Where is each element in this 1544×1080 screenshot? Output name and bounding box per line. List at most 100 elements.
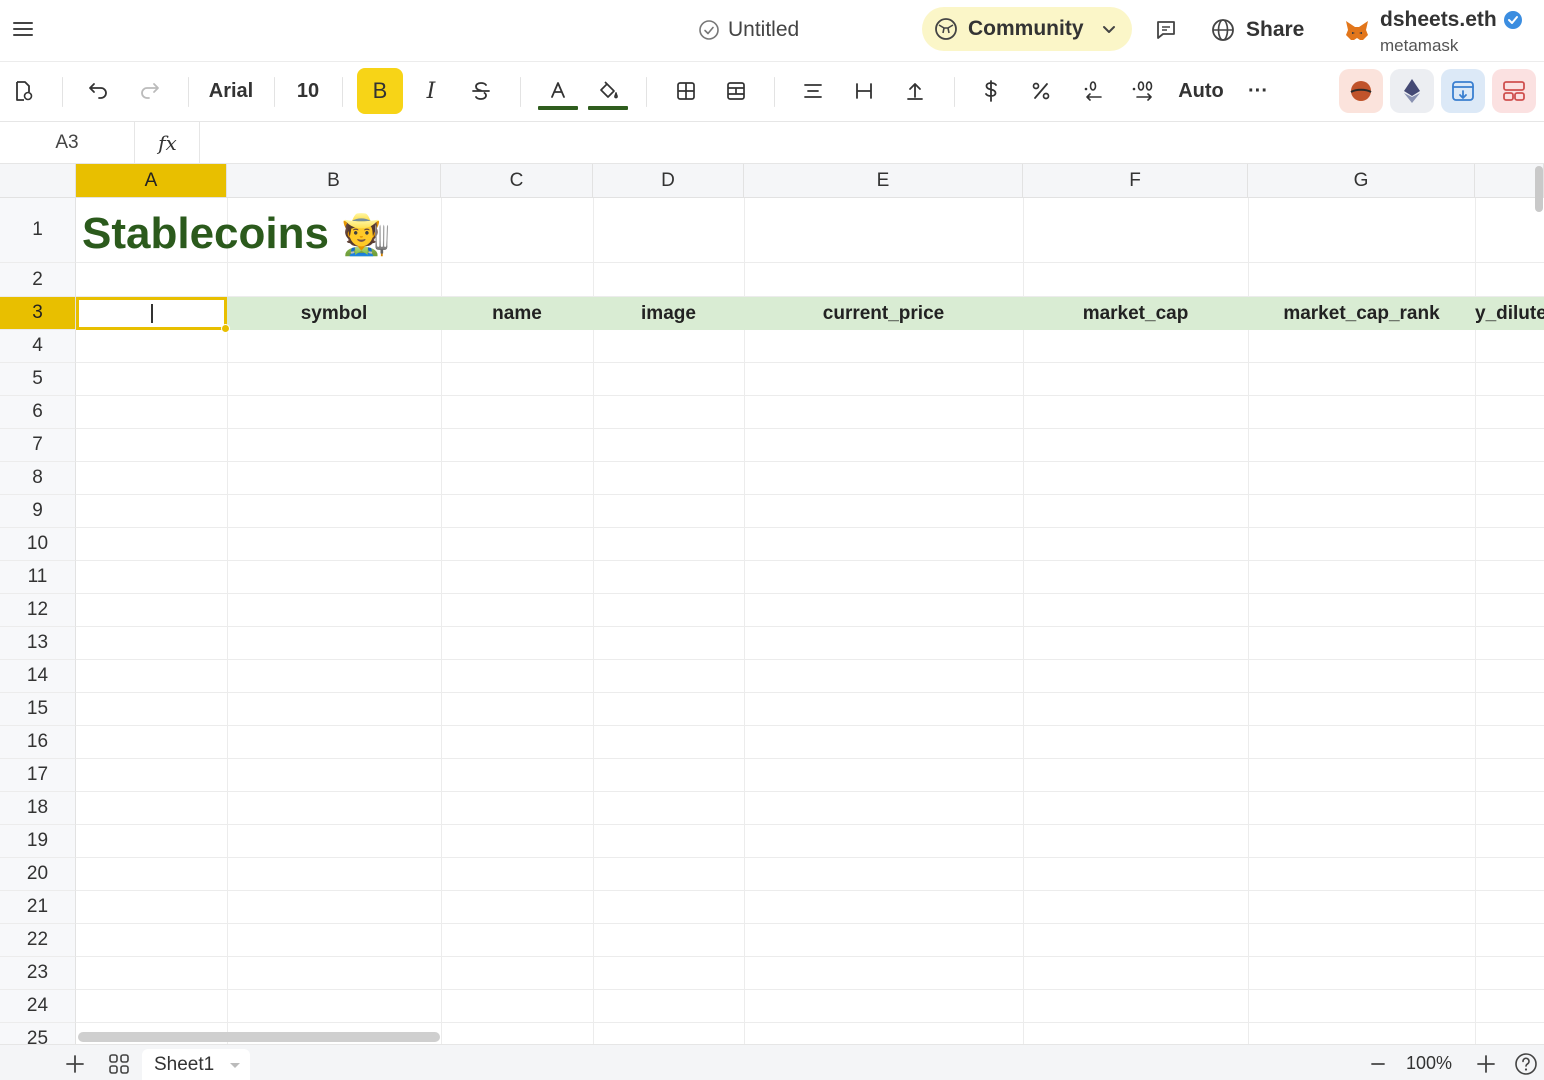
- cell-reference-box[interactable]: A3: [0, 122, 135, 164]
- text-color-swatch: [538, 106, 578, 110]
- header-cell-name[interactable]: name: [441, 297, 593, 330]
- horizontal-align-icon[interactable]: [794, 68, 832, 114]
- row-header-14[interactable]: 14: [0, 660, 76, 693]
- header-cell-image[interactable]: image: [593, 297, 744, 330]
- document-settings-icon[interactable]: [6, 68, 40, 114]
- row-header-4[interactable]: 4: [0, 330, 76, 363]
- bold-button[interactable]: B: [357, 68, 403, 114]
- hamburger-menu-icon[interactable]: [8, 14, 38, 44]
- vertical-scrollbar[interactable]: [1535, 166, 1543, 212]
- row-header-21[interactable]: 21: [0, 891, 76, 924]
- header-cell-current-price[interactable]: current_price: [744, 297, 1023, 330]
- header-cell-symbol[interactable]: symbol: [227, 297, 441, 330]
- row-header-3[interactable]: 3: [0, 297, 76, 330]
- zoom-in-icon[interactable]: [1471, 1049, 1501, 1079]
- all-sheets-icon[interactable]: [104, 1049, 134, 1079]
- borders-icon[interactable]: [666, 68, 706, 114]
- row-header-15[interactable]: 15: [0, 693, 76, 726]
- row-header-23[interactable]: 23: [0, 957, 76, 990]
- number-format-select[interactable]: Auto: [1172, 68, 1230, 114]
- row-header-10[interactable]: 10: [0, 528, 76, 561]
- active-cell-editor[interactable]: [76, 297, 230, 333]
- spreadsheet-grid[interactable]: A B C D E F G 1 2 3 4 5 6 7 8 9 10 11 12 13 14 15 16 17 18 19 20 21…: [0, 164, 1544, 1044]
- font-family-select[interactable]: Arial: [202, 68, 260, 114]
- extension-sphere-icon[interactable]: [1339, 69, 1383, 113]
- italic-button[interactable]: I: [412, 68, 450, 114]
- share-label: Share: [1246, 18, 1305, 41]
- fill-handle[interactable]: [221, 324, 230, 333]
- select-all-corner[interactable]: [0, 164, 76, 198]
- column-header-c[interactable]: C: [441, 164, 593, 198]
- row-header-19[interactable]: 19: [0, 825, 76, 858]
- header-cell-market-cap-rank[interactable]: market_cap_rank: [1248, 297, 1475, 330]
- percent-format-icon[interactable]: [1022, 68, 1060, 114]
- header-cell-diluted[interactable]: y_dilute: [1475, 297, 1544, 330]
- row-header-24[interactable]: 24: [0, 990, 76, 1023]
- help-icon[interactable]: [1511, 1049, 1541, 1079]
- row-header-18[interactable]: 18: [0, 792, 76, 825]
- paint-bucket-icon: [600, 81, 618, 99]
- decrease-decimal-icon[interactable]: [1074, 68, 1112, 114]
- column-header-b[interactable]: B: [227, 164, 441, 198]
- row-header-16[interactable]: 16: [0, 726, 76, 759]
- document-title[interactable]: Untitled: [698, 14, 799, 46]
- fill-color-button[interactable]: [588, 68, 628, 114]
- column-header-a[interactable]: A: [76, 164, 227, 198]
- function-icon[interactable]: fx: [136, 122, 200, 164]
- toolbar-divider: [520, 77, 521, 107]
- currency-format-icon[interactable]: [972, 68, 1010, 114]
- increase-decimal-icon[interactable]: [1124, 68, 1164, 114]
- share-button[interactable]: Share: [1210, 12, 1304, 48]
- grid-row-line: [76, 560, 1544, 561]
- header-cell-market-cap[interactable]: market_cap: [1023, 297, 1248, 330]
- row-header-6[interactable]: 6: [0, 396, 76, 429]
- row-header-25[interactable]: 25: [0, 1023, 76, 1044]
- row-header-1[interactable]: 1: [0, 198, 76, 263]
- merge-cells-icon[interactable]: [716, 68, 756, 114]
- verified-badge-icon: [1503, 11, 1522, 29]
- column-header-d[interactable]: D: [593, 164, 744, 198]
- import-data-icon[interactable]: [1441, 69, 1485, 113]
- row-header-8[interactable]: 8: [0, 462, 76, 495]
- grid-row-line: [76, 890, 1544, 891]
- add-sheet-icon[interactable]: [60, 1049, 90, 1079]
- grid-row-line: [76, 659, 1544, 660]
- comments-icon[interactable]: [1150, 14, 1182, 46]
- vertical-align-icon[interactable]: [845, 68, 883, 114]
- sheet-tab-sheet1[interactable]: Sheet1: [142, 1049, 250, 1080]
- column-header-e[interactable]: E: [744, 164, 1023, 198]
- column-header-partial[interactable]: [1475, 164, 1544, 198]
- row-header-5[interactable]: 5: [0, 363, 76, 396]
- more-options-icon[interactable]: ···: [1240, 68, 1276, 114]
- redo-icon[interactable]: [132, 68, 168, 114]
- row-header-20[interactable]: 20: [0, 858, 76, 891]
- grid-row-line: [76, 527, 1544, 528]
- chevron-down-icon[interactable]: [228, 1058, 242, 1072]
- zoom-out-icon[interactable]: [1363, 1049, 1393, 1079]
- column-header-g[interactable]: G: [1248, 164, 1475, 198]
- text-rotation-icon[interactable]: [896, 68, 934, 114]
- column-header-f[interactable]: F: [1023, 164, 1248, 198]
- row-header-17[interactable]: 17: [0, 759, 76, 792]
- horizontal-scrollbar[interactable]: [78, 1032, 440, 1042]
- row-header-7[interactable]: 7: [0, 429, 76, 462]
- metamask-fox-icon: [1342, 16, 1372, 46]
- community-dropdown[interactable]: Community: [922, 7, 1132, 51]
- row-header-13[interactable]: 13: [0, 627, 76, 660]
- row-header-11[interactable]: 11: [0, 561, 76, 594]
- strikethrough-icon[interactable]: [462, 68, 500, 114]
- undo-icon[interactable]: [80, 68, 116, 114]
- row-header-2[interactable]: 2: [0, 263, 76, 297]
- zoom-level[interactable]: 100%: [1406, 1053, 1452, 1074]
- layout-blocks-icon[interactable]: [1492, 69, 1536, 113]
- community-label: Community: [968, 17, 1084, 40]
- grid-row-line: [76, 725, 1544, 726]
- toolbar-divider: [274, 77, 275, 107]
- row-header-9[interactable]: 9: [0, 495, 76, 528]
- text-color-button[interactable]: [538, 68, 578, 114]
- row-header-12[interactable]: 12: [0, 594, 76, 627]
- user-account[interactable]: dsheets.eth metamask: [1342, 4, 1542, 58]
- row-header-22[interactable]: 22: [0, 924, 76, 957]
- ethereum-icon[interactable]: [1390, 69, 1434, 113]
- font-size-select[interactable]: 10: [288, 68, 328, 114]
